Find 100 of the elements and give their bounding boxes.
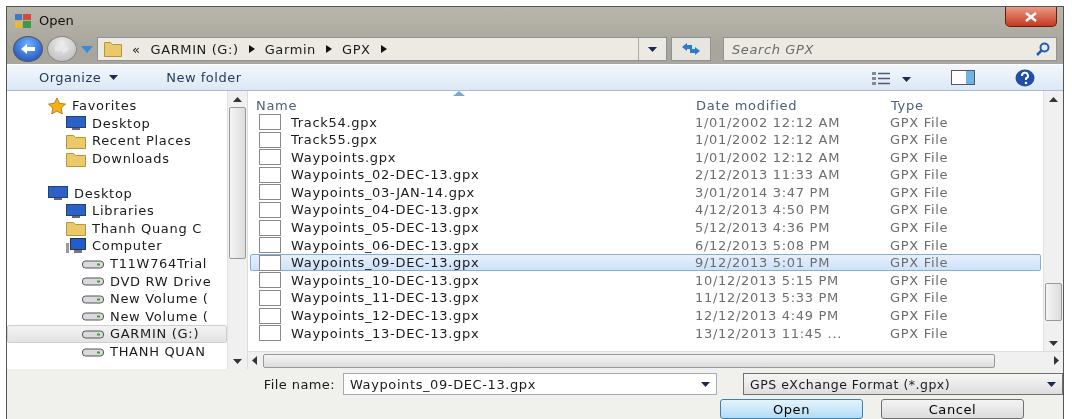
scroll-up-icon — [233, 96, 242, 102]
sidebar-item[interactable]: Desktop — [7, 114, 227, 133]
caret-icon — [109, 75, 119, 80]
sidebar-item[interactable]: Recent Places — [7, 132, 227, 150]
date-modified: 4/12/2013 4:50 PM — [694, 202, 832, 218]
sidebar-item[interactable]: Favorites — [7, 97, 227, 115]
caret-icon[interactable] — [81, 45, 93, 53]
date-modified: 3/01/2014 3:47 PM — [694, 184, 832, 200]
file-name: Track55.gpx — [291, 132, 378, 148]
file-row[interactable]: Waypoints_06-DEC-13.gpx 6/12/2013 5:08 PM GPX File — [250, 236, 1041, 254]
sidebar-item[interactable]: Computer — [7, 237, 227, 255]
sidebar-item[interactable]: Desktop — [7, 184, 227, 202]
scroll-thumb[interactable] — [263, 353, 995, 368]
file-name-field[interactable]: Waypoints_09-DEC-13.gpx — [343, 373, 717, 395]
file-row[interactable]: Waypoints_04-DEC-13.gpx 4/12/2013 4:50 PM GPX File — [250, 200, 1041, 219]
file-row[interactable]: Waypoints_09-DEC-13.gpx 9/12/2013 5:01 PM GPX File — [250, 253, 1041, 272]
search-field[interactable]: Search GPX — [730, 40, 1036, 58]
date-modified: 9/12/2013 5:01 PM — [694, 255, 832, 271]
file-name: Waypoints_04-DEC-13.gpx — [291, 202, 480, 218]
column-header[interactable]: Type — [883, 98, 1043, 113]
file-type: GPX File — [889, 220, 950, 236]
date-modified: 1/01/2002 12:12 AM — [694, 132, 842, 148]
sidebar-item[interactable]: GARMIN (G:) — [7, 325, 227, 343]
scroll-down-icon — [1049, 340, 1058, 346]
monitor-icon — [66, 203, 86, 218]
drive-icon — [82, 257, 104, 270]
file-type: GPX File — [889, 272, 950, 288]
caret-icon — [1047, 381, 1056, 387]
breadcrumb[interactable]: « — [132, 41, 141, 57]
column-header[interactable]: Date modified — [688, 98, 883, 113]
close-button[interactable] — [1005, 7, 1057, 27]
date-modified: 2/12/2013 11:33 AM — [694, 167, 842, 183]
sidebar-item[interactable]: Libraries — [7, 201, 227, 220]
drive-icon — [82, 327, 104, 340]
caret-icon — [701, 381, 710, 387]
sidebar-item[interactable]: Thanh Quang C — [7, 219, 227, 238]
file-name: Waypoints_09-DEC-13.gpx — [291, 255, 480, 271]
date-modified: 13/12/2013 11:45 ... — [694, 325, 844, 341]
file-type-dropdown[interactable]: GPS eXchange Format (*.gpx) — [743, 373, 1063, 395]
cancel-button[interactable]: Cancel — [881, 399, 1024, 419]
caret-icon — [902, 77, 911, 82]
file-icon — [259, 219, 281, 236]
file-type: GPX File — [889, 290, 950, 306]
open-button[interactable]: Open — [720, 399, 863, 419]
file-row[interactable]: Waypoints_05-DEC-13.gpx 5/12/2013 4:36 PM GPX File — [250, 218, 1041, 237]
folder-icon — [66, 150, 86, 167]
chevron-right-icon — [248, 45, 255, 53]
date-modified: 6/12/2013 5:08 PM — [694, 237, 832, 253]
file-icon — [259, 289, 281, 306]
vertical-scrollbar[interactable] — [1043, 91, 1063, 351]
preview-pane-icon[interactable] — [951, 70, 975, 85]
file-type: GPX File — [889, 255, 950, 271]
help-icon[interactable] — [1015, 68, 1035, 87]
new-folder-button[interactable]: New folder — [162, 68, 246, 87]
scroll-up-icon — [1049, 96, 1058, 102]
file-icon — [259, 237, 281, 254]
drive-icon — [82, 275, 104, 288]
file-name: Waypoints_03-JAN-14.gpx — [291, 184, 475, 200]
scroll-thumb[interactable] — [229, 107, 246, 259]
file-icon — [259, 114, 281, 130]
breadcrumb[interactable]: GPX — [341, 41, 371, 57]
view-options-icon[interactable] — [872, 70, 890, 85]
file-icon — [259, 166, 281, 183]
horizontal-scrollbar[interactable] — [248, 351, 1063, 369]
file-icon — [259, 254, 281, 271]
breadcrumb[interactable]: GARMIN (G:) — [150, 41, 239, 57]
breadcrumb[interactable]: Garmin — [264, 41, 316, 57]
file-row[interactable]: Waypoints_02-DEC-13.gpx 2/12/2013 11:33 AM GPX File — [250, 165, 1041, 184]
search-box[interactable]: Search GPX — [723, 37, 1057, 61]
address-bar[interactable]: « GARMIN (G:) Garmin GPX — [97, 37, 667, 61]
back-button[interactable] — [13, 36, 43, 62]
column-header[interactable]: Name — [248, 98, 688, 113]
search-icon — [1036, 42, 1050, 56]
file-type: GPX File — [889, 149, 950, 165]
sidebar-item[interactable]: New Volume ( — [7, 289, 227, 308]
refresh-button[interactable] — [671, 37, 711, 61]
file-row[interactable]: Waypoints_11-DEC-13.gpx 11/12/2013 5:33 PM GPX File — [250, 288, 1041, 307]
drive-icon — [82, 292, 104, 305]
file-row[interactable]: Waypoints.gpx 1/01/2002 12:12 AM GPX File — [250, 148, 1041, 166]
sidebar-item[interactable]: T11W764Trial — [7, 254, 227, 273]
arrow-left-icon — [20, 43, 36, 55]
file-row[interactable]: Waypoints_10-DEC-13.gpx 10/12/2013 5:15 PM GPX File — [250, 271, 1041, 289]
file-name-label: File name: — [262, 376, 335, 392]
file-row[interactable]: Track55.gpx 1/01/2002 12:12 AM GPX File — [250, 130, 1041, 149]
file-name: Waypoints_05-DEC-13.gpx — [291, 220, 480, 236]
file-row[interactable]: Track54.gpx 1/01/2002 12:12 AM GPX File — [250, 113, 1041, 131]
sidebar-item[interactable]: THANH QUAN — [7, 342, 227, 361]
sidebar-item[interactable]: New Volume ( — [7, 307, 227, 326]
date-modified: 1/01/2002 12:12 AM — [694, 114, 842, 130]
sidebar-item[interactable]: DVD RW Drive — [7, 272, 227, 290]
file-type: GPX File — [889, 184, 950, 200]
file-row[interactable]: Waypoints_03-JAN-14.gpx 3/01/2014 3:47 PM GPX File — [250, 183, 1041, 201]
file-type: GPX File — [889, 325, 950, 341]
file-type: GPX File — [889, 202, 950, 218]
organize-menu[interactable]: Organize — [35, 68, 123, 87]
vertical-scrollbar[interactable] — [227, 91, 247, 369]
sidebar-item[interactable]: Downloads — [7, 149, 227, 168]
file-row[interactable]: Waypoints_12-DEC-13.gpx 12/12/2013 4:49 PM GPX File — [250, 306, 1041, 325]
file-row[interactable]: Waypoints_13-DEC-13.gpx 13/12/2013 11:45 ... GPX File — [250, 324, 1041, 342]
scroll-thumb[interactable] — [1045, 283, 1062, 321]
